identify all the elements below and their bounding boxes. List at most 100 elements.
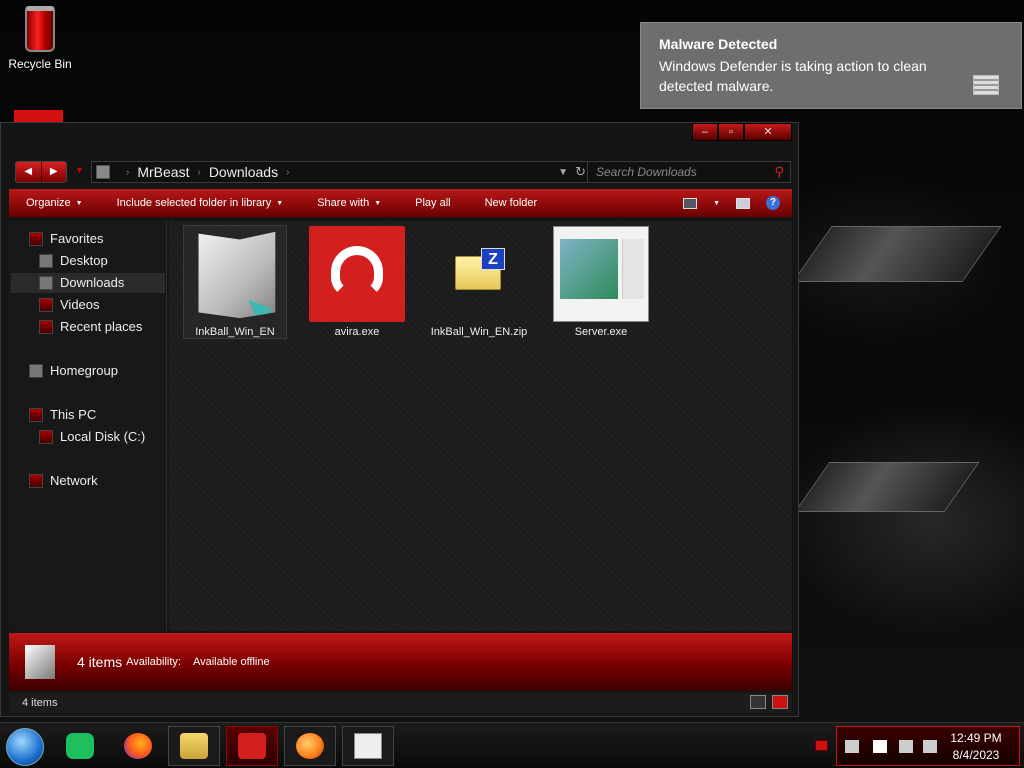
nav-network[interactable]: Network [29,471,98,491]
app-window-icon [553,226,649,322]
avira-icon [309,226,405,322]
start-orb-button[interactable] [6,728,44,766]
search-placeholder: Search Downloads [596,165,697,179]
taskbar-firefox[interactable] [112,726,164,766]
minimize-button[interactable]: – [692,123,718,141]
status-bar: 4 items [9,693,792,713]
system-tray: 12:49 PM 8/4/2023 [836,726,1020,766]
recycle-bin-icon [25,6,55,52]
breadcrumb-mrbeast[interactable]: MrBeast [137,164,189,180]
back-button[interactable]: ◀ [16,162,41,182]
wallpaper-shape [794,462,980,512]
malware-notification[interactable]: Malware Detected Windows Defender is tak… [640,22,1022,109]
nav-buttons: ◀ ▶ [15,161,67,183]
videos-icon [39,298,53,312]
nav-label: Downloads [60,275,125,290]
nav-label: Local Disk (C:) [60,429,146,444]
folder-details-icon [25,645,55,679]
maximize-button[interactable]: ▫ [718,123,744,141]
nav-label: Homegroup [50,363,118,378]
file-name: InkBall_Win_EN.zip [430,326,528,338]
nav-this-pc[interactable]: This PC [29,405,96,425]
paint-icon [296,733,324,759]
nav-recent-places[interactable]: Recent places [39,317,142,337]
address-bar[interactable]: › MrBeast › Downloads › ▼ ↻ [91,161,593,183]
location-icon [96,165,110,179]
notification-body: Windows Defender is taking action to cle… [659,58,927,94]
drive-icon [39,430,53,444]
file-name: InkBall_Win_EN [195,326,275,338]
breadcrumb-separator: › [197,166,201,178]
details-pane: 4 items Availability: Available offline [9,633,792,691]
availability-value: Available offline [192,656,270,668]
recent-places-icon [39,320,53,334]
taskbar-server[interactable] [342,726,394,766]
recycle-bin-label: Recycle Bin [8,57,72,71]
organize-button[interactable]: Organize ▼ [9,197,100,209]
nav-downloads[interactable]: Downloads [11,273,165,293]
file-explorer-icon [180,733,208,759]
play-all-button[interactable]: Play all [398,197,467,209]
file-item-inkball-folder[interactable]: InkBall_Win_EN [183,225,287,339]
action-center-flag-icon[interactable] [873,740,887,753]
include-in-library-button[interactable]: Include selected folder in library ▼ [100,197,301,209]
defender-tray-icon[interactable] [845,740,859,753]
search-input[interactable]: Search Downloads ⚲ [587,161,791,183]
breadcrumb-downloads[interactable]: Downloads [209,164,278,180]
nav-homegroup[interactable]: Homegroup [29,361,118,381]
command-bar: Organize ▼ Include selected folder in lib… [9,189,792,217]
address-dropdown-icon[interactable]: ▼ [558,167,568,178]
share-label: Share with [317,197,370,209]
chevron-down-icon: ▼ [75,199,83,207]
file-item-inkball-zip[interactable]: Z InkBall_Win_EN.zip [427,226,531,338]
close-button[interactable]: ✕ [744,123,792,141]
window-preview-side [622,239,644,299]
file-item-server[interactable]: Server.exe [549,226,653,338]
nav-desktop[interactable]: Desktop [39,251,108,271]
file-list: InkBall_Win_EN avira.exe Z InkBall_Win_E… [169,221,792,631]
view-options-chevron-icon[interactable]: ▼ [713,200,720,207]
breadcrumb-separator: › [126,166,130,178]
availability-label: Availability: [126,656,181,668]
nav-local-disk[interactable]: Local Disk (C:) [39,427,145,447]
details-item-count: 4 items [77,654,123,670]
file-item-avira[interactable]: avira.exe [305,226,409,338]
clock[interactable]: 12:49 PM 8/4/2023 [941,730,1011,764]
firefox-icon [124,733,152,759]
breadcrumb-separator: › [286,166,290,178]
taskbar: 12:49 PM 8/4/2023 [0,722,1024,768]
refresh-icon[interactable]: ↻ [575,164,586,180]
taskbar-paint[interactable] [284,726,336,766]
desktop-icon [39,254,53,268]
window-preview-main [560,239,618,299]
taskbar-file-explorer[interactable] [168,726,220,766]
wallpaper-shape [792,226,1002,282]
nav-favorites[interactable]: Favorites [29,229,103,249]
volume-icon[interactable] [923,740,937,753]
recycle-bin-shortcut[interactable]: Recycle Bin [8,6,72,71]
network-tray-icon[interactable] [899,740,913,753]
chevron-down-icon: ▼ [276,199,284,207]
nav-label: This PC [50,407,97,422]
clock-date: 8/4/2023 [952,748,1000,762]
show-hidden-icons-button[interactable] [815,740,828,751]
recent-pages-dropdown[interactable]: ▼ [75,165,84,175]
homegroup-icon [29,364,43,378]
zip-folder-icon: Z [431,226,527,322]
help-icon[interactable]: ? [766,196,780,210]
forward-button[interactable]: ▶ [40,162,66,182]
preview-pane-icon[interactable] [736,197,750,209]
search-icon[interactable]: ⚲ [774,162,784,182]
large-icons-view-icon[interactable] [772,695,788,709]
new-folder-button[interactable]: New folder [468,197,555,209]
navigation-pane: Favorites Desktop Downloads Videos Recen… [9,221,167,631]
taskbar-notes[interactable] [54,726,106,766]
share-with-button[interactable]: Share with ▼ [300,197,398,209]
nav-label: Videos [60,297,100,312]
change-view-icon[interactable] [683,197,698,209]
details-view-icon[interactable] [750,695,766,709]
nav-videos[interactable]: Videos [39,295,100,315]
taskbar-avira[interactable] [226,726,278,766]
avira-icon [238,733,266,759]
file-name: Server.exe [574,326,628,338]
